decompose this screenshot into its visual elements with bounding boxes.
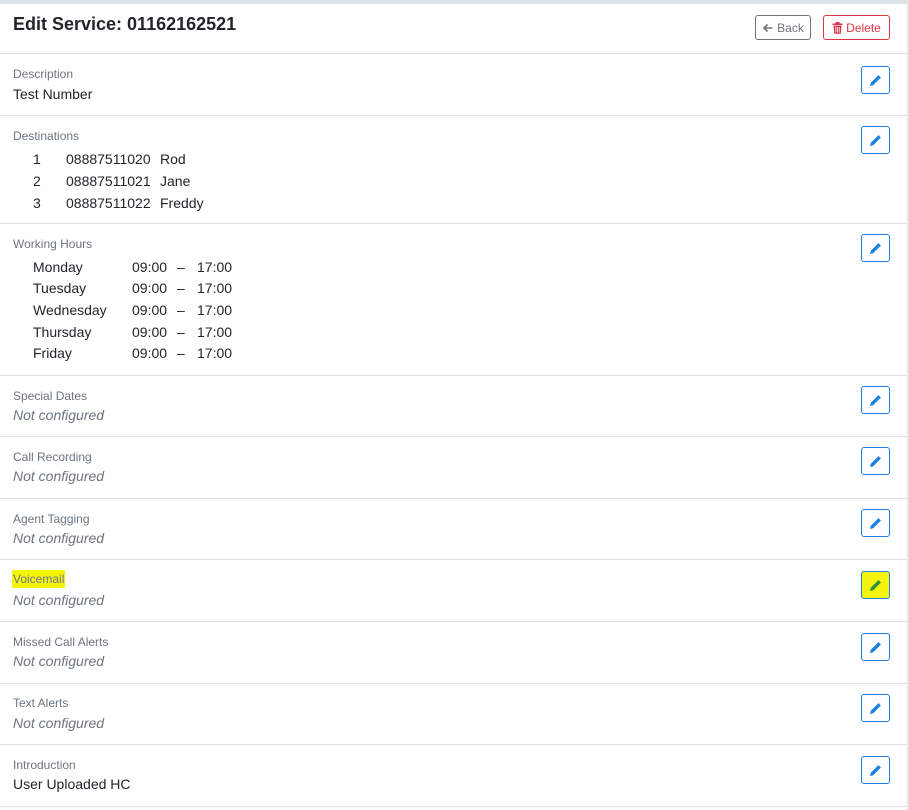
special-dates-section: Special Dates Not configured — [0, 376, 907, 437]
start-time: 09:00 — [132, 302, 168, 318]
agent-tagging-label: Agent Tagging — [13, 512, 90, 526]
end-time: 17:00 — [197, 345, 233, 361]
day-name: Tuesday — [33, 280, 87, 296]
end-time: 17:00 — [197, 259, 233, 275]
pencil-icon — [870, 394, 881, 406]
introduction-label: Introduction — [13, 758, 76, 772]
special-dates-value: Not configured — [13, 407, 105, 423]
start-time: 09:00 — [132, 259, 168, 275]
pencil-icon — [870, 74, 881, 86]
destinations-label: Destinations — [13, 129, 80, 143]
description-label: Description — [13, 67, 74, 81]
working-hours-section: Working Hours Monday 09:00 – 17:00 Tuesd… — [0, 224, 907, 376]
arrow-left-icon — [763, 23, 773, 32]
edit-working-hours-button[interactable] — [861, 234, 890, 262]
edit-voicemail-button[interactable] — [861, 571, 890, 599]
trash-icon — [832, 21, 843, 34]
edit-destinations-button[interactable] — [861, 126, 890, 154]
edit-agent-tagging-button[interactable] — [861, 509, 890, 537]
start-time: 09:00 — [132, 280, 168, 296]
missed-call-alerts-value: Not configured — [13, 653, 105, 669]
call-recording-section: Call Recording Not configured — [0, 437, 907, 499]
edit-description-button[interactable] — [861, 66, 890, 94]
pencil-icon — [870, 702, 881, 714]
time-separator: – — [177, 259, 185, 275]
voicemail-value: Not configured — [13, 592, 105, 608]
agent-tagging-section: Agent Tagging Not configured — [0, 499, 907, 560]
end-time: 17:00 — [197, 302, 233, 318]
voicemail-label: Voicemail — [12, 570, 66, 588]
text-alerts-section: Text Alerts Not configured — [0, 684, 907, 745]
destination-index: 2 — [33, 173, 41, 189]
time-separator: – — [177, 345, 185, 361]
end-time: 17:00 — [197, 324, 233, 340]
day-name: Monday — [33, 259, 83, 275]
agent-tagging-value: Not configured — [13, 530, 105, 546]
text-alerts-value: Not configured — [13, 715, 105, 731]
edit-missed-call-alerts-button[interactable] — [861, 633, 890, 661]
day-name: Friday — [33, 345, 72, 361]
page-header: Edit Service: 01162162521 Back Delete — [0, 4, 907, 54]
pencil-icon — [870, 641, 881, 653]
pencil-icon — [870, 517, 881, 529]
introduction-value: User Uploaded HC — [13, 776, 131, 792]
edit-special-dates-button[interactable] — [861, 386, 890, 414]
pencil-icon — [870, 134, 881, 146]
special-dates-label: Special Dates — [13, 389, 88, 403]
delete-label: Delete — [846, 20, 881, 35]
voicemail-section: Voicemail Not configured — [0, 560, 907, 622]
destination-name: Jane — [160, 173, 191, 189]
destination-number: 08887511020 — [66, 151, 151, 167]
destination-number: 08887511022 — [66, 195, 151, 211]
day-name: Wednesday — [33, 302, 107, 318]
edit-text-alerts-button[interactable] — [861, 694, 890, 722]
back-button[interactable]: Back — [755, 15, 811, 40]
pencil-icon — [870, 455, 881, 467]
time-separator: – — [177, 324, 185, 340]
destination-name: Freddy — [160, 195, 204, 211]
call-recording-value: Not configured — [13, 468, 105, 484]
destination-number: 08887511021 — [66, 173, 151, 189]
day-name: Thursday — [33, 324, 92, 340]
start-time: 09:00 — [132, 345, 168, 361]
introduction-section: Introduction User Uploaded HC — [0, 745, 907, 807]
end-time: 17:00 — [197, 280, 233, 296]
page-title: Edit Service: 01162162521 — [13, 14, 237, 34]
text-alerts-label: Text Alerts — [13, 696, 69, 710]
edit-introduction-button[interactable] — [861, 756, 890, 784]
start-time: 09:00 — [132, 324, 168, 340]
edit-call-recording-button[interactable] — [861, 447, 890, 475]
call-recording-label: Call Recording — [13, 450, 92, 464]
description-value: Test Number — [13, 86, 93, 102]
working-hours-label: Working Hours — [13, 237, 93, 251]
delete-button[interactable]: Delete — [823, 15, 890, 40]
destination-index: 3 — [33, 195, 41, 211]
time-separator: – — [177, 280, 185, 296]
voicemail-label-text: Voicemail — [12, 570, 66, 588]
destination-index: 1 — [33, 151, 41, 167]
back-label: Back — [777, 20, 804, 35]
destinations-section: Destinations 1 08887511020 Rod 2 0888751… — [0, 116, 907, 224]
destination-name: Rod — [160, 151, 186, 167]
missed-call-alerts-label: Missed Call Alerts — [13, 635, 109, 649]
pencil-icon — [870, 764, 881, 776]
pencil-icon — [870, 579, 881, 591]
missed-call-alerts-section: Missed Call Alerts Not configured — [0, 622, 907, 684]
time-separator: – — [177, 302, 185, 318]
pencil-icon — [870, 242, 881, 254]
description-section: Description Test Number — [0, 54, 907, 116]
